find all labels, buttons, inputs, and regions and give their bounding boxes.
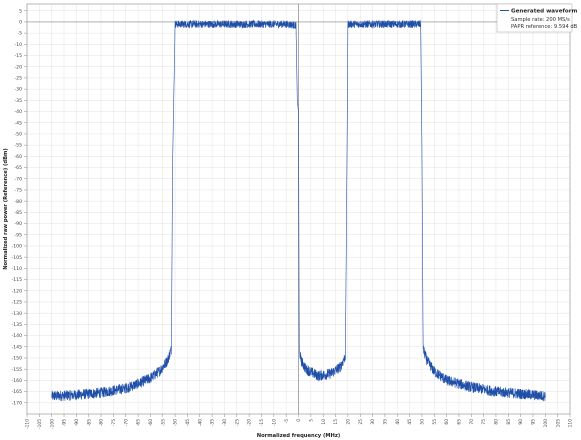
y-tick-label: -170	[12, 400, 23, 406]
x-tick-label: -100	[49, 419, 55, 429]
x-tick-label: 10	[321, 419, 327, 425]
x-tick-label: 15	[333, 419, 339, 425]
y-tick-label: -60	[14, 154, 22, 160]
y-tick-label: -150	[12, 356, 23, 362]
y-tick-label: -130	[12, 311, 23, 317]
y-tick-label: -140	[12, 333, 23, 339]
y-tick-label: -145	[12, 344, 23, 350]
y-tick-label: -15	[14, 53, 22, 59]
x-tick-label: 50	[420, 419, 426, 425]
y-tick-label: -85	[14, 210, 22, 216]
x-tick-label: 40	[395, 419, 401, 425]
y-tick-label: -5	[17, 31, 22, 37]
x-tick-label: 110	[568, 419, 574, 428]
x-tick-label: 45	[407, 419, 413, 425]
y-tick-label: -25	[14, 76, 22, 82]
y-tick-label: -70	[14, 176, 22, 182]
x-tick-label: -55	[160, 419, 166, 426]
x-tick-label: 85	[506, 419, 512, 425]
y-tick-label: -125	[12, 300, 23, 306]
y-tick-label: -155	[12, 367, 23, 373]
x-tick-label: -95	[62, 419, 68, 426]
spectrum-chart: -110 -105 -100 -95 -90 -85 -80 -75 -70 -65 -60 -55-…	[0, 0, 581, 440]
y-tick-label: -90	[14, 221, 22, 227]
x-tick-label: 100	[543, 419, 549, 428]
y-tick-label: -75	[14, 188, 22, 194]
y-tick-label: -165	[12, 389, 23, 395]
y-tick-label: -20	[14, 64, 22, 70]
x-axis-label: Normalized frequency (MHz)	[257, 433, 340, 439]
x-tick-label: 30	[370, 419, 376, 425]
x-tick-label: 0	[296, 419, 302, 422]
x-tick-label: 25	[358, 419, 364, 425]
y-tick-label: -45	[14, 120, 22, 126]
legend-sample-rate: Sample rate: 200 MS/s	[511, 17, 570, 23]
x-tick-label: -50	[173, 419, 179, 426]
y-tick-label: 5	[19, 8, 22, 14]
legend: Generated waveform Sample rate: 200 MS/s…	[496, 3, 578, 33]
x-tick-label: -40	[197, 419, 203, 426]
x-tick-label: -85	[86, 419, 92, 426]
x-tick-label: -15	[259, 419, 265, 426]
x-tick-label: -90	[74, 419, 80, 426]
x-tick-label: -20	[247, 419, 253, 426]
y-tick-label: -110	[12, 266, 23, 272]
legend-papr-reference: PAPR reference: 9.594 dB	[511, 24, 578, 30]
y-tick-label: -105	[12, 255, 23, 261]
y-tick-label: -30	[14, 87, 22, 93]
x-tick-label: -75	[111, 419, 117, 426]
x-tick-label: -25	[234, 419, 240, 426]
x-tick-label: 105	[555, 419, 561, 428]
x-tick-label: 5	[308, 419, 314, 422]
x-tick-label: -10	[271, 419, 277, 426]
x-tick-label: 20	[345, 419, 351, 425]
x-tick-label: -80	[99, 419, 105, 426]
plot-area	[0, 0, 581, 440]
y-axis-label: Normalized raw power (Reference) (dBm)	[3, 148, 9, 270]
y-tick-label: -35	[14, 98, 22, 104]
x-tick-label: 90	[518, 419, 524, 425]
y-tick-label: -65	[14, 165, 22, 171]
x-tick-label: -105	[37, 419, 43, 429]
y-tick-label: -55	[14, 143, 22, 149]
y-tick-label: -100	[12, 244, 23, 250]
x-tick-label: 55	[432, 419, 438, 425]
y-tick-label: -50	[14, 132, 22, 138]
x-tick-label: -60	[148, 419, 154, 426]
y-tick-label: -80	[14, 199, 22, 205]
x-tick-label: -70	[123, 419, 129, 426]
x-tick-label: 95	[531, 419, 537, 425]
x-tick-label: -35	[210, 419, 216, 426]
y-tick-label: -95	[14, 232, 22, 238]
x-tick-label: 60	[444, 419, 450, 425]
x-tick-label: 70	[469, 419, 475, 425]
x-tick-label: -30	[222, 419, 228, 426]
y-tick-label: -10	[14, 42, 22, 48]
y-tick-label: -115	[12, 277, 23, 283]
x-tick-label: -45	[185, 419, 191, 426]
x-tick-label: -110	[25, 419, 31, 429]
y-tick-label: -40	[14, 109, 22, 115]
y-tick-label: -160	[12, 378, 23, 384]
y-tick-label: 0	[19, 20, 22, 26]
x-tick-label: -65	[136, 419, 142, 426]
spectrum-plot: -110 -105 -100 -95 -90 -85 -80 -75 -70 -65 -60 -55-…	[0, 0, 581, 440]
y-tick-label: -135	[12, 322, 23, 328]
y-tick-label: -120	[12, 288, 23, 294]
legend-series-name: Generated waveform	[511, 9, 578, 15]
x-tick-label: 35	[382, 419, 388, 425]
x-tick-label: 75	[481, 419, 487, 425]
x-tick-label: 65	[457, 419, 463, 425]
x-tick-label: -5	[284, 419, 290, 424]
x-tick-label: 80	[494, 419, 500, 425]
